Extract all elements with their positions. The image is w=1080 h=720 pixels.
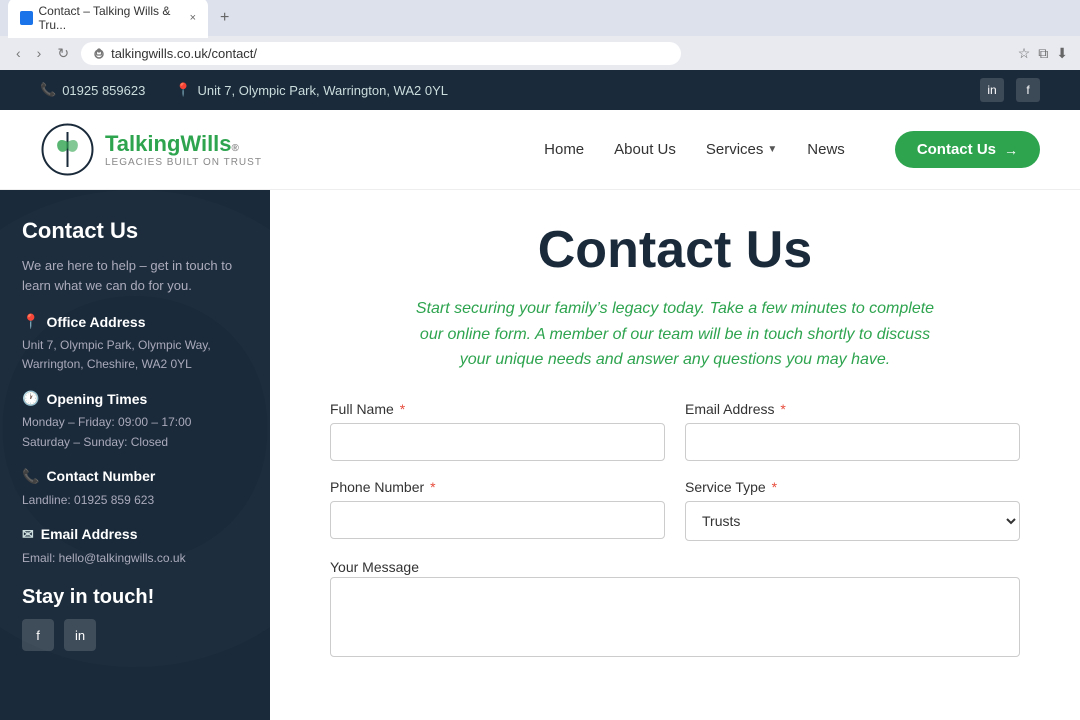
location-icon: 📍	[175, 82, 191, 98]
email-input[interactable]	[685, 423, 1020, 461]
email-label: Email Address *	[685, 401, 1020, 417]
email-field-group: Email Address *	[685, 401, 1020, 461]
sidebar-social-links: f in	[22, 619, 248, 651]
download-icon[interactable]: ⬇	[1056, 45, 1068, 62]
extensions-icon[interactable]: ⧉	[1038, 45, 1048, 62]
active-tab[interactable]: Contact – Talking Wills & Tru... ×	[8, 0, 208, 38]
clock-icon: 🕐	[22, 390, 39, 407]
main-nav: Home About Us Services ▼ News Contact Us…	[544, 131, 1040, 168]
browser-chrome: Contact – Talking Wills & Tru... × + ‹ ›…	[0, 0, 1080, 70]
email-title: ✉ Email Address	[22, 526, 248, 543]
tab-favicon	[20, 11, 33, 25]
nav-about[interactable]: About Us	[614, 141, 676, 158]
address-text: Unit 7, Olympic Park, Warrington, WA2 0Y…	[198, 83, 448, 98]
message-field-group: Your Message	[330, 559, 1020, 662]
phone-number: 01925 859623	[62, 83, 145, 98]
forward-button[interactable]: ›	[33, 41, 46, 65]
sidebar: Contact Us We are here to help – get in …	[0, 190, 270, 720]
logo[interactable]: TalkingWills® LEGACIES BUILT ON TRUST	[40, 122, 262, 177]
nav-news[interactable]: News	[807, 141, 845, 158]
sidebar-phone: 📞 Contact Number Landline: 01925 859 623	[22, 468, 248, 510]
phone-label: Phone Number *	[330, 479, 665, 495]
tab-title: Contact – Talking Wills & Tru...	[39, 4, 184, 32]
facebook-icon[interactable]: f	[1016, 78, 1040, 102]
fullname-field-group: Full Name *	[330, 401, 665, 461]
office-address: Unit 7, Olympic Park, Olympic Way, Warri…	[22, 336, 248, 374]
email-required: *	[780, 401, 785, 417]
lock-icon	[93, 47, 105, 59]
linkedin-icon[interactable]: in	[980, 78, 1004, 102]
contact-arrow-icon: →	[1004, 142, 1018, 158]
social-links: in f	[980, 78, 1040, 102]
phone-input[interactable]	[330, 501, 665, 539]
form-row-2: Phone Number * Service Type * Trusts Wil…	[330, 479, 1020, 541]
sidebar-email: ✉ Email Address Email: hello@talkingwill…	[22, 526, 248, 568]
phone-detail: Landline: 01925 859 623	[22, 491, 248, 510]
sidebar-office: 📍 Office Address Unit 7, Olympic Park, O…	[22, 313, 248, 374]
refresh-button[interactable]: ↻	[53, 41, 73, 66]
browser-action-icons: ☆ ⧉ ⬇	[1018, 45, 1068, 62]
contact-us-button[interactable]: Contact Us →	[895, 131, 1040, 168]
email-icon: ✉	[22, 526, 34, 543]
main-layout: Contact Us We are here to help – get in …	[0, 190, 1080, 720]
service-field-group: Service Type * Trusts Wills LPA Estate P…	[685, 479, 1020, 541]
page: 📞 01925 859623 📍 Unit 7, Olympic Park, W…	[0, 70, 1080, 720]
logo-icon	[40, 122, 95, 177]
form-row-1: Full Name * Email Address *	[330, 401, 1020, 461]
hours-title: 🕐 Opening Times	[22, 390, 248, 407]
logo-text: TalkingWills® LEGACIES BUILT ON TRUST	[105, 131, 262, 168]
nav-services[interactable]: Services ▼	[706, 141, 777, 158]
email-detail: Email: hello@talkingwills.co.uk	[22, 549, 248, 568]
address-info: 📍 Unit 7, Olympic Park, Warrington, WA2 …	[175, 82, 448, 98]
page-subtitle: Start securing your family’s legacy toda…	[415, 296, 935, 373]
services-dropdown-icon: ▼	[767, 144, 777, 155]
new-tab-button[interactable]: +	[212, 5, 237, 31]
stay-in-touch-title: Stay in touch!	[22, 586, 248, 609]
fullname-required: *	[400, 401, 405, 417]
url-bar[interactable]: talkingwills.co.uk/contact/	[81, 42, 681, 65]
message-label: Your Message	[330, 559, 419, 575]
message-textarea[interactable]	[330, 577, 1020, 657]
tab-close-button[interactable]: ×	[190, 12, 196, 24]
hours-text: Monday – Friday: 09:00 – 17:00Saturday –…	[22, 413, 248, 451]
fullname-label: Full Name *	[330, 401, 665, 417]
phone-field-group: Phone Number *	[330, 479, 665, 541]
sidebar-facebook-button[interactable]: f	[22, 619, 54, 651]
phone-title: 📞 Contact Number	[22, 468, 248, 485]
sidebar-description: We are here to help – get in touch to le…	[22, 256, 248, 295]
fullname-input[interactable]	[330, 423, 665, 461]
address-bar: ‹ › ↻ talkingwills.co.uk/contact/ ☆ ⧉ ⬇	[0, 36, 1080, 70]
sidebar-hours: 🕐 Opening Times Monday – Friday: 09:00 –…	[22, 390, 248, 451]
nav-home[interactable]: Home	[544, 141, 584, 158]
contact-form-area: Contact Us Start securing your family’s …	[270, 190, 1080, 720]
phone-info: 📞 01925 859623	[40, 82, 145, 98]
bookmark-icon[interactable]: ☆	[1018, 45, 1031, 62]
phone-icon: 📞	[22, 468, 39, 485]
logo-tagline: LEGACIES BUILT ON TRUST	[105, 157, 262, 168]
location-pin-icon: 📍	[22, 313, 39, 330]
page-title: Contact Us	[330, 220, 1020, 280]
phone-required: *	[430, 479, 435, 495]
tab-bar: Contact – Talking Wills & Tru... × +	[0, 0, 1080, 36]
header: TalkingWills® LEGACIES BUILT ON TRUST Ho…	[0, 110, 1080, 190]
logo-name: TalkingWills®	[105, 131, 262, 157]
phone-icon: 📞	[40, 82, 56, 98]
sidebar-title: Contact Us	[22, 218, 248, 244]
back-button[interactable]: ‹	[12, 41, 25, 65]
service-required: *	[772, 479, 777, 495]
top-bar: 📞 01925 859623 📍 Unit 7, Olympic Park, W…	[0, 70, 1080, 110]
office-title: 📍 Office Address	[22, 313, 248, 330]
sidebar-linkedin-button[interactable]: in	[64, 619, 96, 651]
service-label: Service Type *	[685, 479, 1020, 495]
url-text: talkingwills.co.uk/contact/	[111, 46, 257, 61]
service-select[interactable]: Trusts Wills LPA Estate Planning Other	[685, 501, 1020, 541]
